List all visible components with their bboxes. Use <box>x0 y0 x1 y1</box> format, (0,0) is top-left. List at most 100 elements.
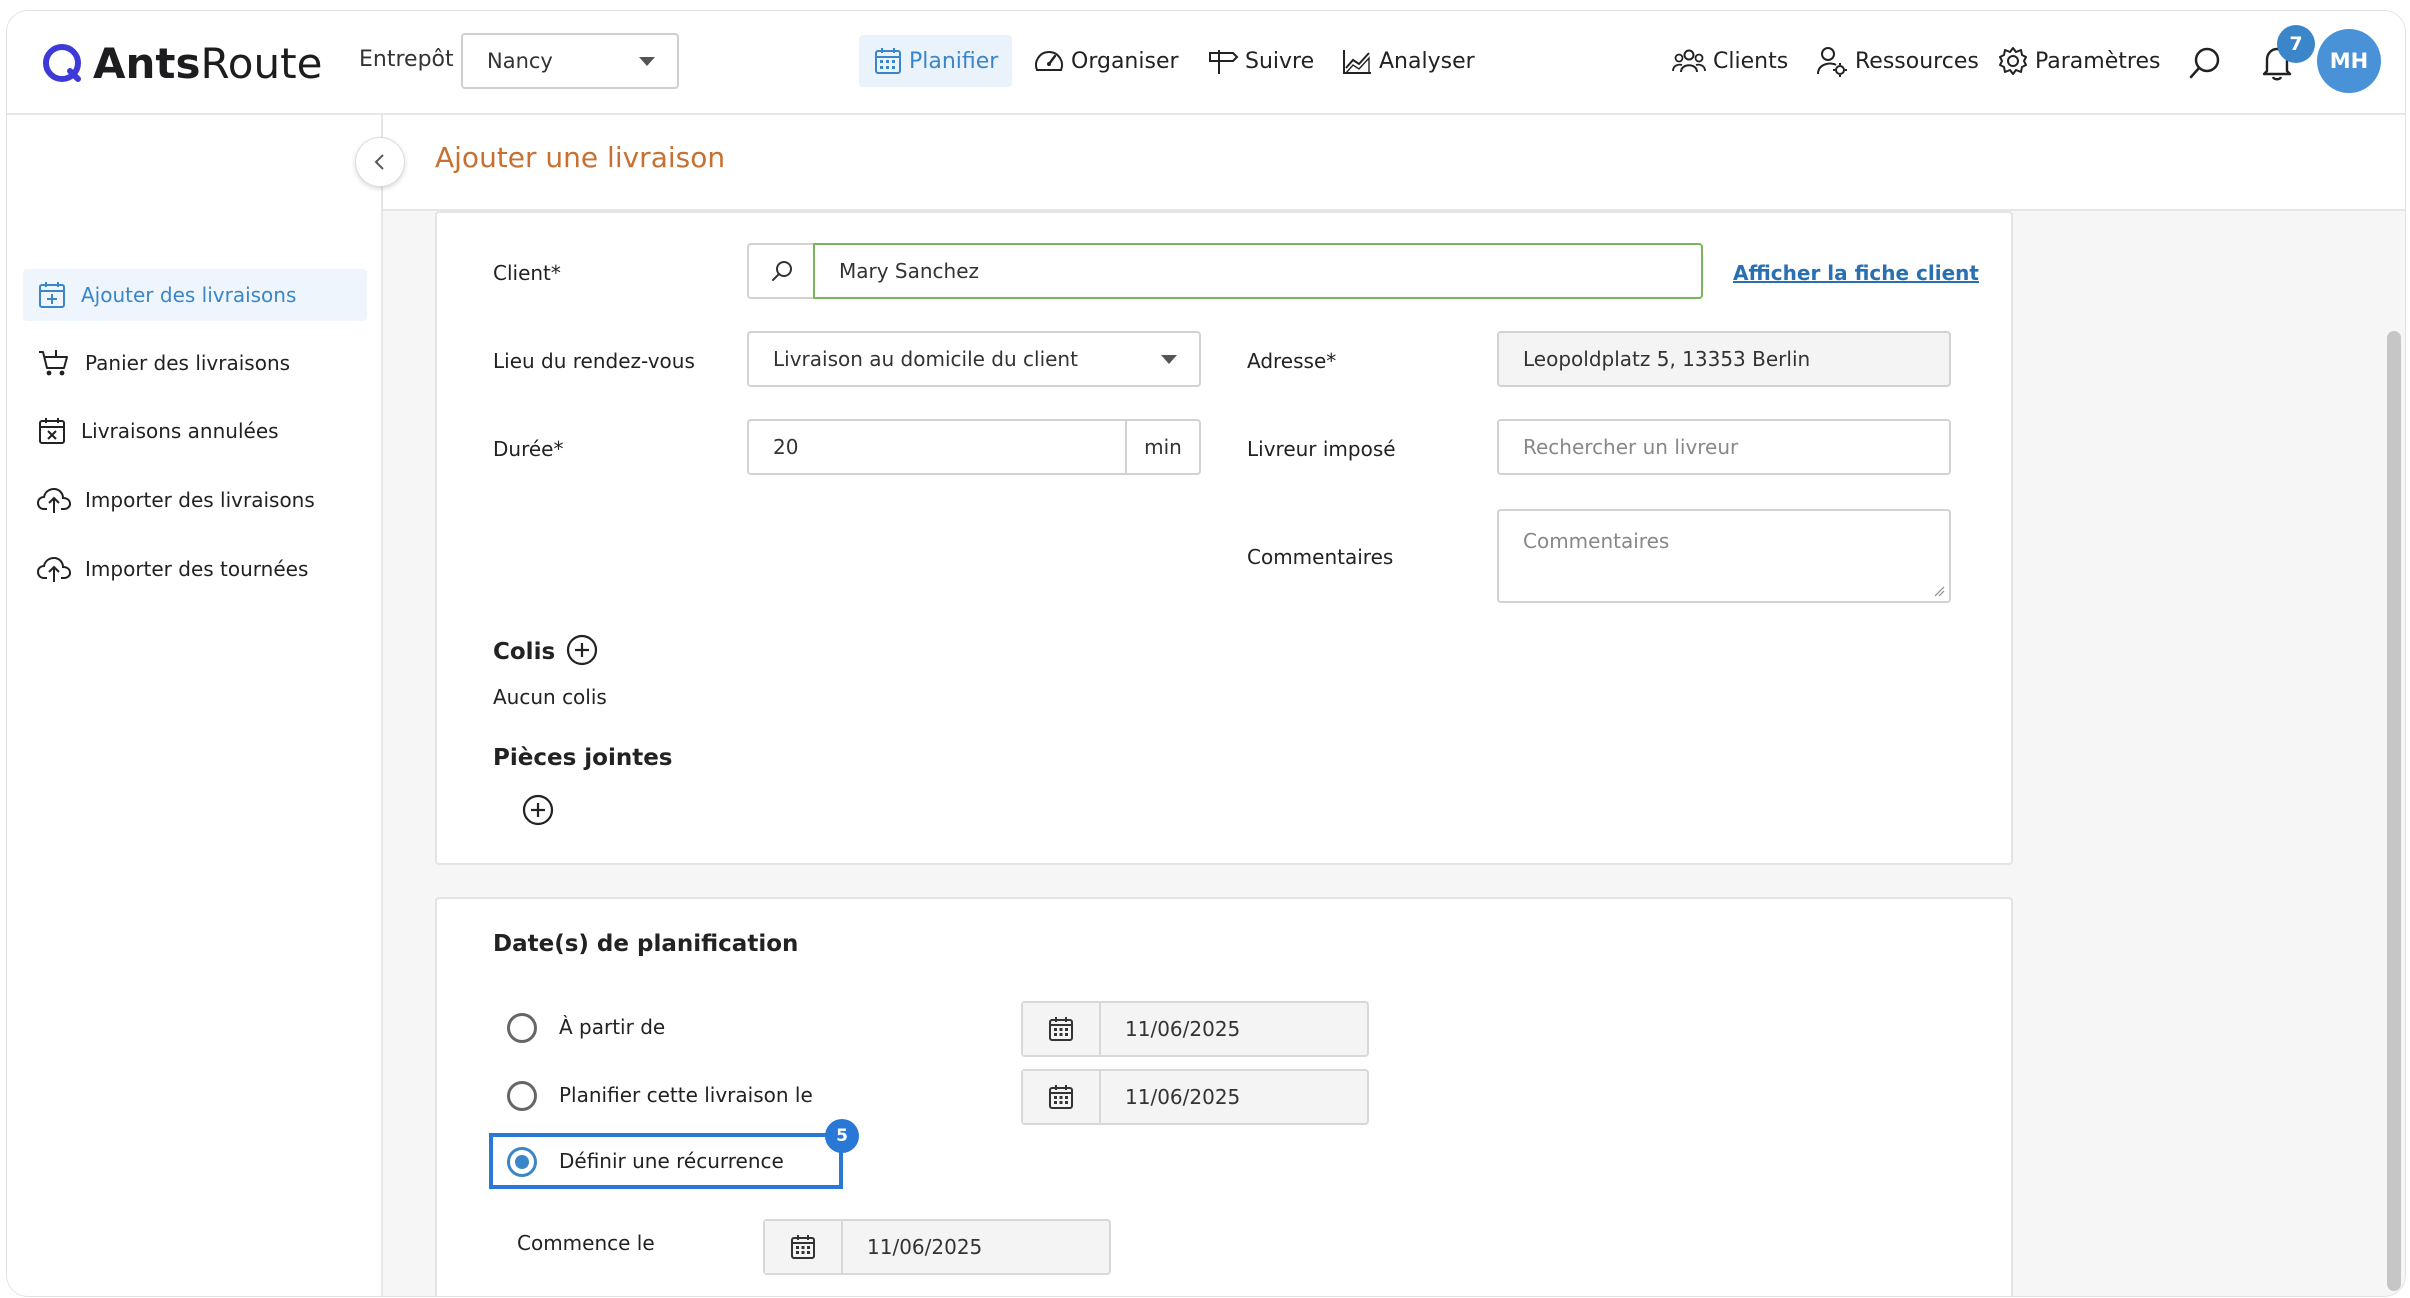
nav-analyze[interactable]: Analyser <box>1341 36 1475 86</box>
plan-on-date-picker[interactable]: 11/06/2025 <box>1021 1069 1369 1125</box>
resize-handle-icon[interactable] <box>1933 585 1945 597</box>
sidebar-item-label: Importer des livraisons <box>85 488 315 512</box>
from-date-value: 11/06/2025 <box>1125 1017 1241 1041</box>
speedometer-icon <box>1035 51 1063 71</box>
duration-label: Durée* <box>493 437 564 461</box>
calendar-icon <box>765 1221 843 1273</box>
chevron-left-icon <box>374 154 384 170</box>
duration-input[interactable]: 20 <box>747 419 1127 475</box>
calendar-icon <box>1023 1071 1101 1123</box>
scrollbar-thumb[interactable] <box>2387 331 2401 1291</box>
calendar-add-icon <box>39 282 65 308</box>
address-value: Leopoldplatz 5, 13353 Berlin <box>1523 347 1811 371</box>
view-client-link[interactable]: Afficher la fiche client <box>1733 261 1979 285</box>
search-icon <box>772 261 792 281</box>
step-badge: 5 <box>825 1119 859 1153</box>
client-search-button[interactable] <box>747 243 815 299</box>
add-parcel-button[interactable] <box>565 633 599 671</box>
notification-count-badge: 7 <box>2277 25 2315 63</box>
driver-search-input[interactable]: Rechercher un livreur <box>1497 419 1951 475</box>
imposed-driver-label: Livreur imposé <box>1247 437 1396 461</box>
duration-value: 20 <box>773 435 799 459</box>
nav-track[interactable]: Suivre <box>1207 36 1314 86</box>
driver-placeholder: Rechercher un livreur <box>1523 435 1739 459</box>
user-gear-icon <box>1817 47 1847 77</box>
no-parcels-text: Aucun colis <box>493 685 607 709</box>
comments-textarea[interactable]: Commentaires <box>1497 509 1951 603</box>
starts-on-date-value: 11/06/2025 <box>867 1235 983 1259</box>
address-field: Leopoldplatz 5, 13353 Berlin <box>1497 331 1951 387</box>
meeting-place-value: Livraison au domicile du client <box>773 347 1078 371</box>
user-avatar[interactable]: MH <box>2317 29 2381 93</box>
plan-on-date-value: 11/06/2025 <box>1125 1085 1241 1109</box>
search-button[interactable] <box>2187 45 2223 85</box>
duration-unit-label: min <box>1144 435 1182 459</box>
cloud-upload-icon <box>37 556 71 582</box>
sidebar-item-label: Panier des livraisons <box>85 351 291 375</box>
client-input[interactable]: Mary Sanchez <box>813 243 1703 299</box>
meeting-place-label: Lieu du rendez-vous <box>493 349 695 373</box>
nav-clients-label: Clients <box>1713 48 1789 74</box>
calendar-icon <box>1023 1003 1101 1055</box>
sidebar-item-import-routes[interactable]: Importer des tournées <box>23 543 367 595</box>
attachments-title: Pièces jointes <box>493 745 673 771</box>
warehouse-select[interactable]: Nancy <box>461 33 679 89</box>
nav-analyze-label: Analyser <box>1379 48 1475 74</box>
sidebar-item-label: Ajouter des livraisons <box>81 283 297 307</box>
sidebar-item-label: Importer des tournées <box>85 557 309 581</box>
top-navigation-bar: AntsRoute Entrepôt Nancy Planifier Organ… <box>7 11 2405 115</box>
recurrence-label: Définir une récurrence <box>559 1149 784 1173</box>
sidebar: Ajouter des livraisons Panier des livrai… <box>7 115 383 1296</box>
nav-settings-label: Paramètres <box>2035 48 2161 74</box>
client-label: Client* <box>493 261 561 285</box>
plan-on-date-label: Planifier cette livraison le <box>559 1083 813 1107</box>
starts-on-label: Commence le <box>517 1231 655 1255</box>
comments-placeholder: Commentaires <box>1523 529 1670 553</box>
meeting-place-select[interactable]: Livraison au domicile du client <box>747 331 1201 387</box>
radio-from-date[interactable] <box>507 1013 537 1043</box>
page-title: Ajouter une livraison <box>435 141 726 174</box>
nav-resources[interactable]: Ressources <box>1815 36 1979 86</box>
plus-circle-icon <box>566 634 598 666</box>
from-date-label: À partir de <box>559 1015 666 1039</box>
calendar-cancel-icon <box>39 418 65 444</box>
logo-icon <box>43 44 81 82</box>
users-icon <box>1672 49 1706 73</box>
gear-icon <box>1999 47 2027 75</box>
nav-plan[interactable]: Planifier <box>859 35 1013 87</box>
main-content: Ajouter une livraison Client* Mary Sanch… <box>383 115 2405 1296</box>
radio-recurrence[interactable] <box>507 1147 537 1177</box>
antsroute-logo[interactable]: AntsRoute <box>41 33 322 93</box>
sidebar-item-cancelled-deliveries[interactable]: Livraisons annulées <box>23 405 367 457</box>
add-attachment-button[interactable] <box>521 793 555 831</box>
sidebar-item-delivery-basket[interactable]: Panier des livraisons <box>23 337 367 389</box>
line-chart-icon <box>1343 50 1371 74</box>
nav-resources-label: Ressources <box>1855 48 1979 74</box>
sidebar-collapse-button[interactable] <box>355 137 405 187</box>
nav-organize-label: Organiser <box>1071 48 1179 74</box>
nav-plan-label: Planifier <box>909 48 999 74</box>
sidebar-item-import-deliveries[interactable]: Importer des livraisons <box>23 474 367 526</box>
nav-settings[interactable]: Paramètres <box>1997 36 2160 86</box>
warehouse-value: Nancy <box>487 49 553 73</box>
chevron-down-icon <box>1161 355 1177 364</box>
page-header: Ajouter une livraison <box>383 115 2405 211</box>
from-date-picker[interactable]: 11/06/2025 <box>1021 1001 1369 1057</box>
nav-track-label: Suivre <box>1245 48 1315 74</box>
plus-circle-icon <box>522 794 554 826</box>
sidebar-item-add-deliveries[interactable]: Ajouter des livraisons <box>23 269 367 321</box>
address-label: Adresse* <box>1247 349 1337 373</box>
warehouse-label: Entrepôt <box>359 47 454 72</box>
starts-on-date-picker[interactable]: 11/06/2025 <box>763 1219 1111 1275</box>
radio-plan-on-date[interactable] <box>507 1081 537 1111</box>
chevron-down-icon <box>639 57 655 66</box>
scheduling-title: Date(s) de planification <box>493 931 799 957</box>
cloud-upload-icon <box>37 487 71 513</box>
basket-icon <box>39 350 68 376</box>
nav-clients[interactable]: Clients <box>1671 36 1788 86</box>
nav-organize[interactable]: Organiser <box>1033 36 1179 86</box>
search-icon <box>2189 47 2220 79</box>
app-window: AntsRoute Entrepôt Nancy Planifier Organ… <box>6 10 2406 1297</box>
calendar-icon <box>875 48 901 74</box>
delivery-details-card: Client* Mary Sanchez Afficher la fiche c… <box>435 211 2013 865</box>
